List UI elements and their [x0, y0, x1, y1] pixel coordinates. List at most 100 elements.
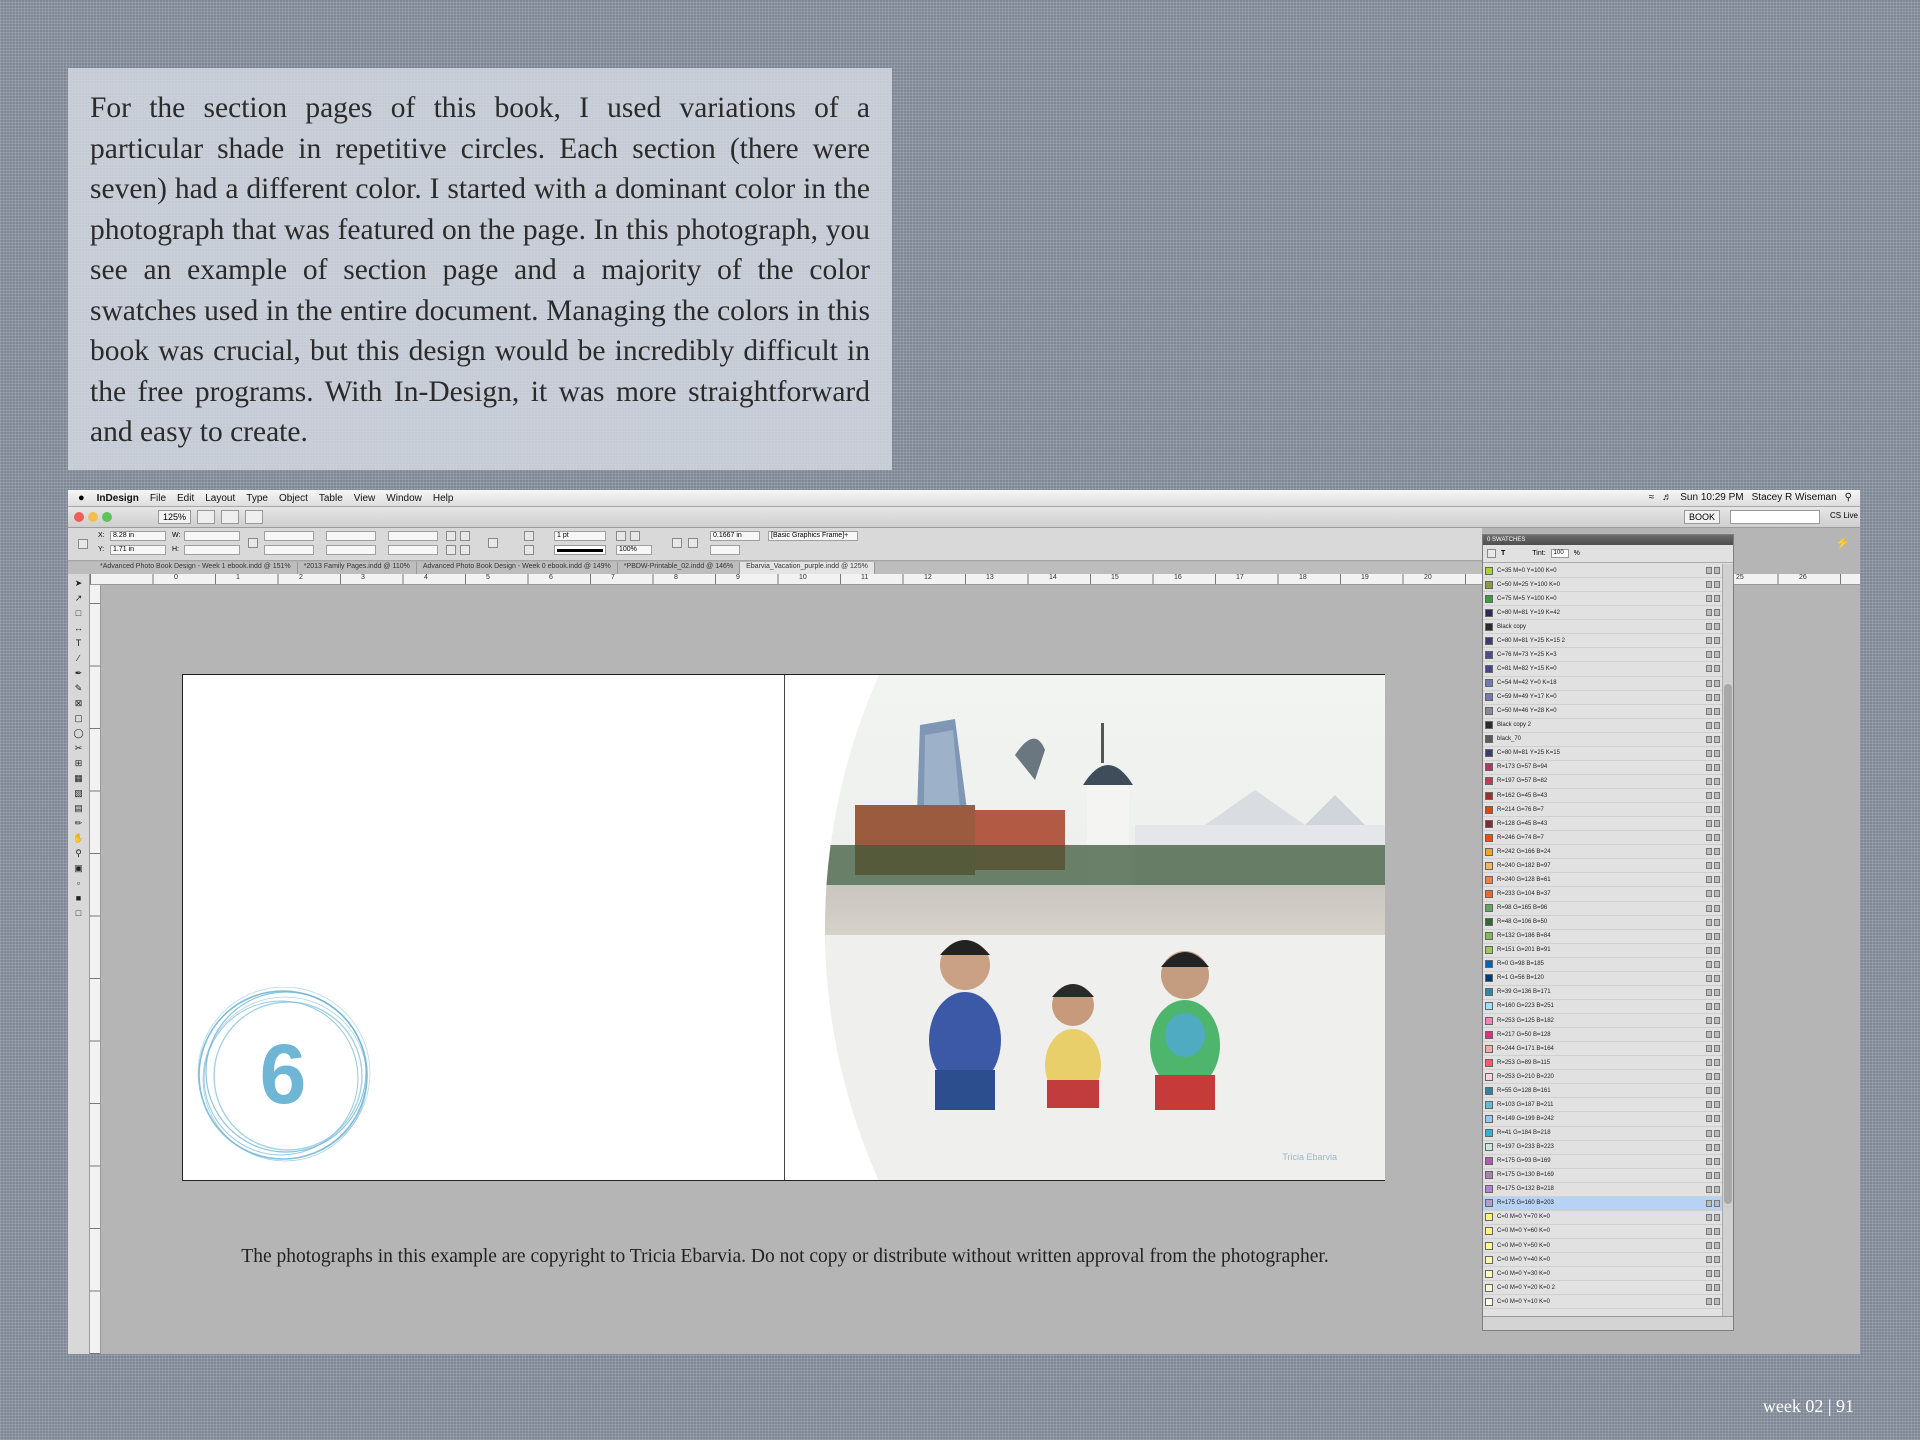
stroke-weight-field[interactable]: 1 pt: [554, 531, 606, 541]
free-transform-tool-icon[interactable]: ⊞: [72, 757, 86, 769]
minimize-window-icon[interactable]: [88, 512, 98, 522]
swatch-row[interactable]: Black copy: [1483, 620, 1723, 635]
gradient-feather-tool-icon[interactable]: ▧: [72, 787, 86, 799]
menu-item-help[interactable]: Help: [433, 493, 454, 504]
swatch-row[interactable]: C=81 M=82 Y=15 K=0: [1483, 662, 1723, 677]
x-field[interactable]: 8.28 in: [110, 531, 166, 541]
eyedropper-tool-icon[interactable]: ✏: [72, 817, 86, 829]
fill-stroke-toggle-icon[interactable]: [1487, 549, 1496, 558]
swatch-row[interactable]: C=0 M=0 Y=70 K=0: [1483, 1211, 1723, 1225]
swatch-row[interactable]: C=0 M=0 Y=20 K=0 2: [1483, 1281, 1723, 1296]
selection-tool-icon[interactable]: ➤: [72, 577, 86, 589]
menu-item-file[interactable]: File: [150, 493, 166, 504]
fit-frame-icon[interactable]: [688, 538, 698, 548]
scale-y-field[interactable]: [264, 545, 314, 555]
direct-selection-tool-icon[interactable]: ↗: [72, 592, 86, 604]
swatch-row[interactable]: R=175 G=93 B=169: [1483, 1155, 1723, 1169]
page-tool-icon[interactable]: □: [72, 607, 86, 619]
swatch-row[interactable]: R=246 G=74 B=7: [1483, 831, 1723, 846]
tab-pbdw-printable[interactable]: *PBDW-Printable_02.indd @ 146%: [618, 562, 741, 574]
swatch-row[interactable]: C=0 M=0 Y=30 K=0: [1483, 1267, 1723, 1282]
pen-tool-icon[interactable]: ✒: [72, 667, 86, 679]
workspace-select[interactable]: BOOK: [1683, 510, 1720, 524]
swatch-row[interactable]: R=253 G=89 B=115: [1483, 1056, 1723, 1071]
swatch-row[interactable]: black_70: [1483, 733, 1723, 747]
note-tool-icon[interactable]: ▤: [72, 802, 86, 814]
screen-mode-button[interactable]: [221, 510, 240, 524]
swatch-row[interactable]: R=197 G=57 B=82: [1483, 775, 1723, 789]
swatch-row[interactable]: Black copy 2: [1483, 719, 1723, 733]
swatch-row[interactable]: R=162 G=45 B=43: [1483, 789, 1723, 804]
menu-item-type[interactable]: Type: [246, 493, 268, 504]
fill-swatch-icon[interactable]: [524, 531, 534, 541]
swatch-row[interactable]: R=1 G=56 B=120: [1483, 972, 1723, 986]
view-options-button[interactable]: [197, 510, 216, 524]
y-field[interactable]: 1.71 in: [110, 545, 166, 555]
swatch-row[interactable]: R=48 G=106 B=50: [1483, 916, 1723, 930]
formatting-icon[interactable]: ▫: [72, 877, 86, 889]
swatch-row[interactable]: R=214 G=76 B=7: [1483, 803, 1723, 818]
swatch-row[interactable]: C=80 M=81 Y=19 K=42: [1483, 606, 1723, 621]
object-style-select[interactable]: [Basic Graphics Frame]+: [768, 531, 858, 541]
menu-item-window[interactable]: Window: [386, 493, 422, 504]
scroll-thumb[interactable]: [1724, 684, 1732, 1204]
close-window-icon[interactable]: [74, 512, 84, 522]
swatch-row[interactable]: C=80 M=81 Y=25 K=15: [1483, 747, 1723, 761]
wifi-icon[interactable]: ≈: [1649, 492, 1655, 503]
menu-item-view[interactable]: View: [354, 493, 376, 504]
swatch-row[interactable]: R=98 G=165 B=96: [1483, 902, 1723, 916]
photo-frame[interactable]: Tricia Ebarvia: [825, 675, 1385, 1180]
spotlight-icon[interactable]: ⚲: [1845, 492, 1852, 503]
swatches-panel-title[interactable]: 0 SWATCHES: [1483, 535, 1733, 545]
swatch-row[interactable]: R=240 G=128 B=61: [1483, 873, 1723, 888]
swatch-row[interactable]: R=197 G=233 B=223: [1483, 1141, 1723, 1155]
flip-vertical-icon[interactable]: [460, 545, 470, 555]
gradient-tool-icon[interactable]: ▦: [72, 772, 86, 784]
gap-field[interactable]: 0.1667 in: [710, 531, 760, 541]
rotation-field[interactable]: [326, 531, 376, 541]
apple-icon[interactable]: ●: [78, 492, 85, 504]
rectangle-frame-tool-icon[interactable]: ⊠: [72, 697, 86, 709]
document-spread[interactable]: 6 Tricia Ebarvia: [182, 674, 1385, 1181]
swatch-row[interactable]: R=0 G=98 B=185: [1483, 958, 1723, 972]
swatch-row[interactable]: C=0 M=0 Y=40 K=0: [1483, 1253, 1723, 1268]
zoom-tool-icon[interactable]: ⚲: [72, 847, 86, 859]
zoom-select[interactable]: 125%: [158, 510, 192, 524]
swatch-row[interactable]: R=175 G=132 B=218: [1483, 1183, 1723, 1197]
rotate-cw-icon[interactable]: [446, 531, 456, 541]
swatch-row[interactable]: C=50 M=46 Y=28 K=0: [1483, 705, 1723, 719]
swatch-row[interactable]: R=103 G=187 B=211: [1483, 1098, 1723, 1113]
stroke-swatch-icon[interactable]: [524, 545, 534, 555]
swatch-row[interactable]: C=50 M=25 Y=100 K=0: [1483, 578, 1723, 593]
clock[interactable]: Sun 10:29 PM: [1680, 492, 1743, 503]
drop-shadow-icon[interactable]: [616, 531, 626, 541]
height-field[interactable]: [184, 545, 240, 555]
swatch-row[interactable]: R=253 G=125 B=182: [1483, 1014, 1723, 1029]
angle-field[interactable]: [388, 531, 438, 541]
swatch-row[interactable]: C=76 M=73 Y=25 K=3: [1483, 648, 1723, 663]
lightning-icon[interactable]: ⚡: [1835, 536, 1850, 550]
section-circle-mark[interactable]: 6: [195, 987, 375, 1167]
swatch-row[interactable]: C=75 M=5 Y=100 K=0: [1483, 592, 1723, 607]
swatch-row[interactable]: R=233 G=104 B=37: [1483, 887, 1723, 902]
swatch-row[interactable]: C=35 M=0 Y=100 K=0: [1483, 564, 1723, 579]
rotate-ccw-icon[interactable]: [460, 531, 470, 541]
swatch-row[interactable]: C=0 M=0 Y=10 K=0: [1483, 1295, 1723, 1310]
swatch-row[interactable]: C=0 M=0 Y=60 K=0: [1483, 1225, 1723, 1239]
preview-mode-icon[interactable]: □: [72, 907, 86, 919]
line-tool-icon[interactable]: ∕: [72, 652, 86, 664]
opacity-field[interactable]: 100%: [616, 545, 652, 555]
swatch-row[interactable]: R=128 G=45 B=43: [1483, 817, 1723, 832]
swatch-row[interactable]: R=175 G=130 B=169: [1483, 1169, 1723, 1183]
constrain-proportions-icon[interactable]: [248, 538, 258, 548]
swatch-row[interactable]: R=240 G=182 B=97: [1483, 859, 1723, 874]
text-formatting-icon[interactable]: T: [1501, 550, 1505, 557]
swatch-row[interactable]: R=175 G=160 B=203: [1483, 1196, 1723, 1211]
volume-icon[interactable]: ♬: [1662, 492, 1672, 503]
swatch-row[interactable]: C=54 M=42 Y=0 K=18: [1483, 677, 1723, 691]
swatch-row[interactable]: C=80 M=81 Y=25 K=15 2: [1483, 634, 1723, 649]
fit-content-icon[interactable]: [672, 538, 682, 548]
swatch-row[interactable]: R=217 G=50 B=128: [1483, 1028, 1723, 1043]
type-tool-icon[interactable]: T: [72, 637, 86, 649]
flip-horizontal-icon[interactable]: [446, 545, 456, 555]
